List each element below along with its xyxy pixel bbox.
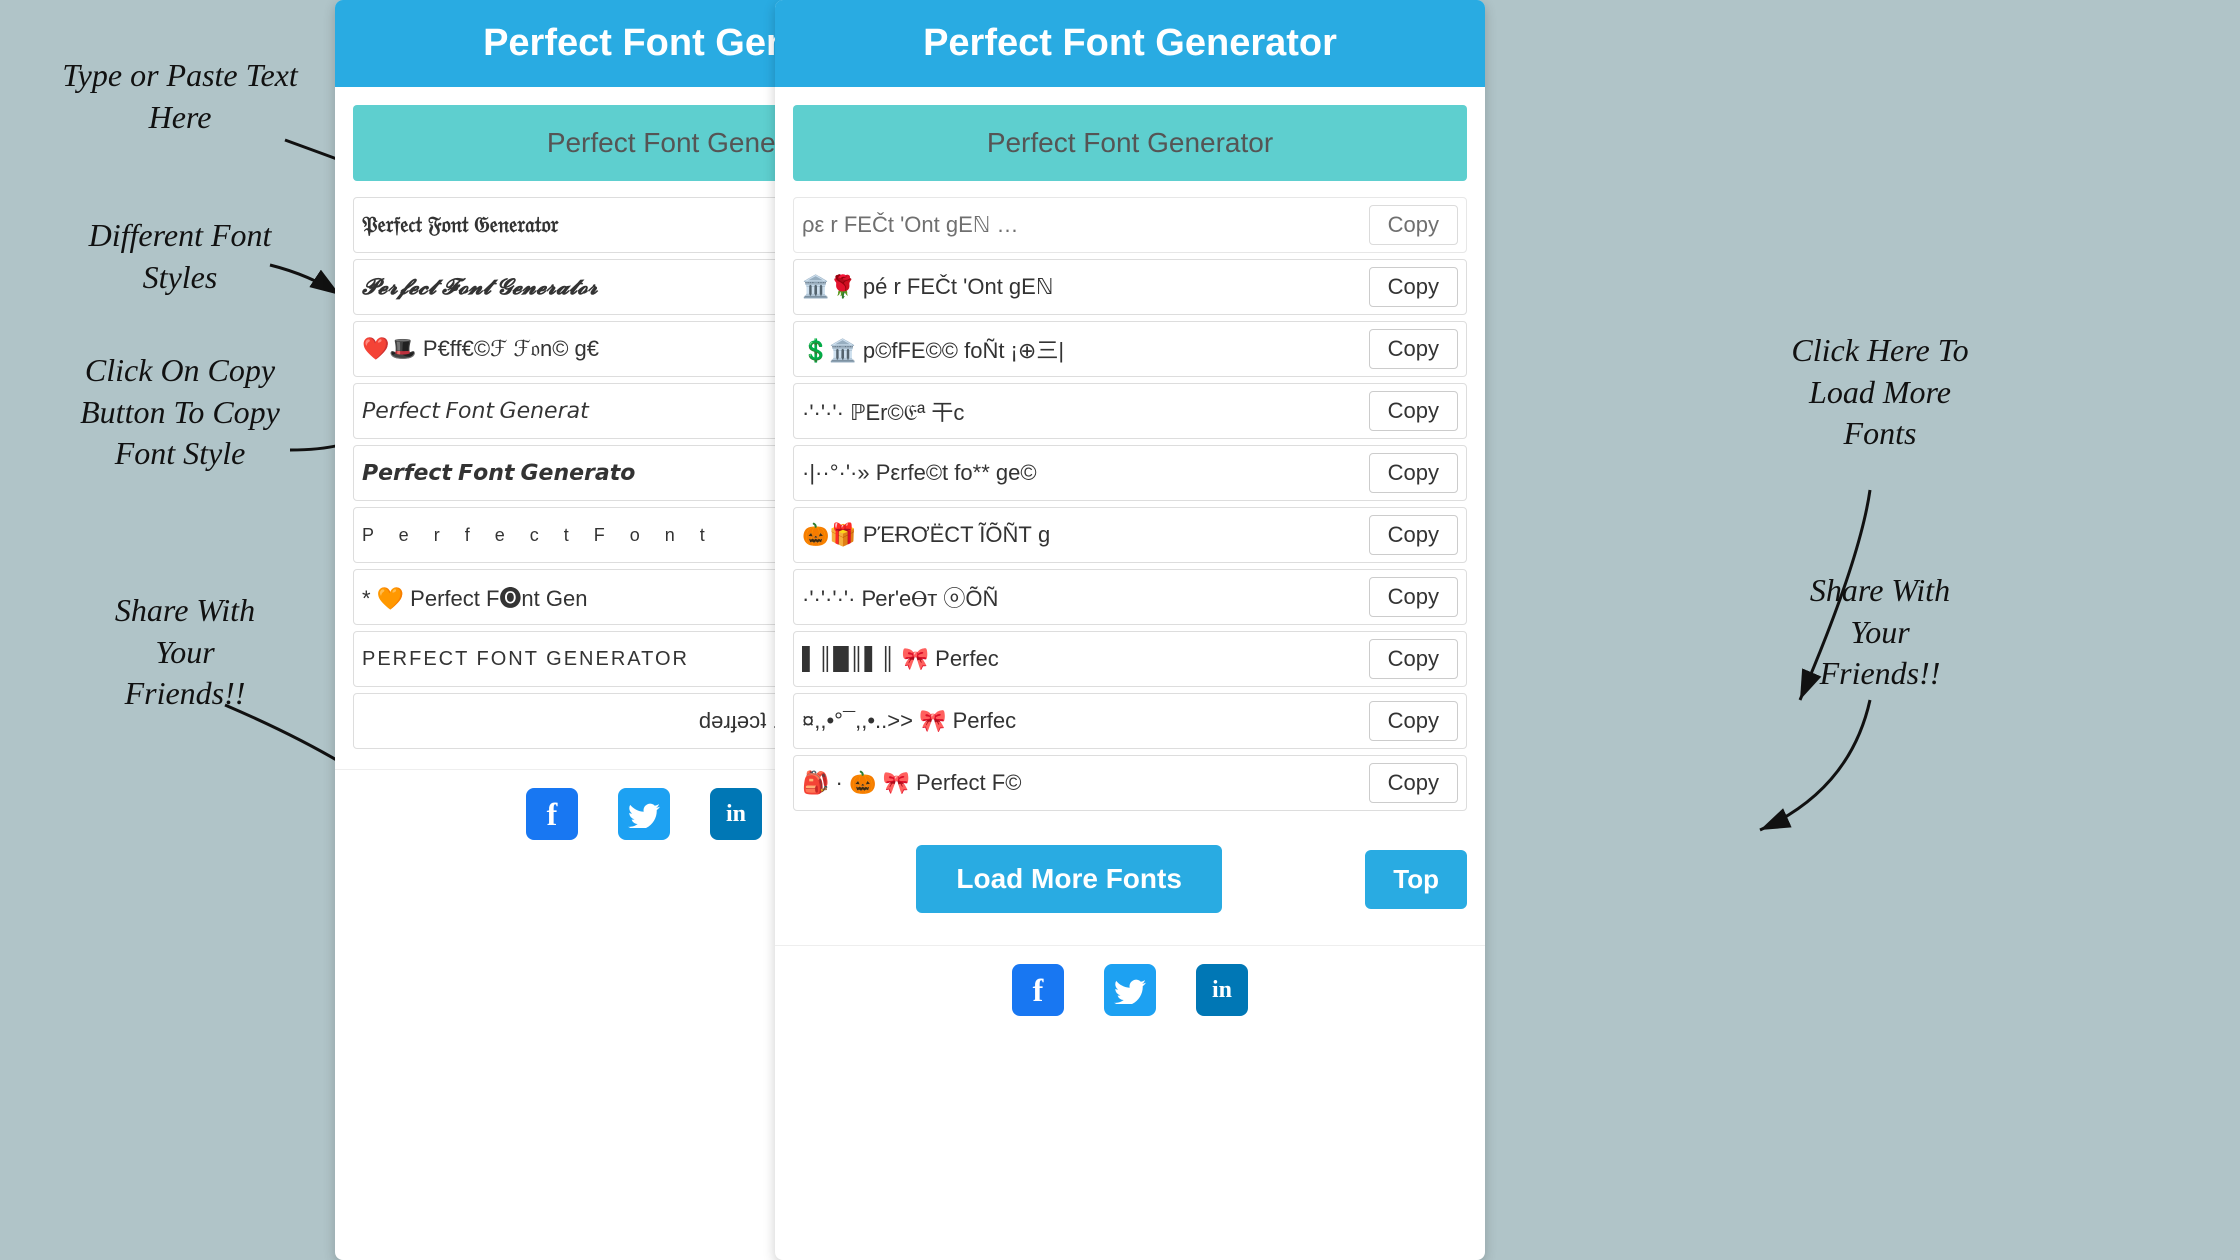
font-row: ·'·'·'·'· Реr'еⲐт ⓞÕÑ Copy bbox=[793, 569, 1467, 625]
font-row: 🎃🎁 ΡΈɌƠЁCT ĨÕÑТ g Copy bbox=[793, 507, 1467, 563]
copy-button[interactable]: Copy bbox=[1369, 205, 1458, 245]
annotation-share-left: Share WithYourFriends!! bbox=[55, 590, 315, 715]
copy-button[interactable]: Copy bbox=[1369, 391, 1458, 431]
font-text: 💲🏛️ p©fFE©© foÑt ¡⊕三| bbox=[802, 333, 1369, 365]
font-row-truncated: ρε r FEČt 'Ont gEℕ … Copy bbox=[793, 197, 1467, 253]
right-social-bar: f in bbox=[775, 945, 1485, 1034]
copy-button[interactable]: Copy bbox=[1369, 267, 1458, 307]
annotation-font-styles: Different FontStyles bbox=[40, 215, 320, 298]
font-text: ▌║█║▌║ 🎀 Perfec bbox=[802, 646, 1369, 672]
copy-button[interactable]: Copy bbox=[1369, 577, 1458, 617]
font-text: 🎃🎁 ΡΈɌƠЁCT ĨÕÑТ g bbox=[802, 522, 1369, 548]
font-row: ·'·'·'· ℙEr©𝔈ª 干c Copy bbox=[793, 383, 1467, 439]
font-row: 💲🏛️ p©fFE©© foÑt ¡⊕三| Copy bbox=[793, 321, 1467, 377]
font-text: ·|··°·'·» Pεrfe©t fo** ge© bbox=[802, 460, 1369, 486]
copy-button[interactable]: Copy bbox=[1369, 329, 1458, 369]
font-text: 🏛️🌹 pé r FEČt 'Ont gEℕ bbox=[802, 274, 1369, 300]
font-text: ·'·'·'· ℙEr©𝔈ª 干c bbox=[802, 395, 1369, 427]
font-row: ¤,,•°¯,,•..>> 🎀 Perfec Copy bbox=[793, 693, 1467, 749]
copy-button[interactable]: Copy bbox=[1369, 701, 1458, 741]
linkedin-icon[interactable]: in bbox=[710, 788, 762, 840]
copy-button[interactable]: Copy bbox=[1369, 453, 1458, 493]
top-button[interactable]: Top bbox=[1365, 850, 1467, 909]
twitter-icon[interactable] bbox=[618, 788, 670, 840]
font-text: ¤,,•°¯,,•..>> 🎀 Perfec bbox=[802, 708, 1369, 734]
font-row: 🏛️🌹 pé r FEČt 'Ont gEℕ Copy bbox=[793, 259, 1467, 315]
font-row: ·|··°·'·» Pεrfe©t fo** ge© Copy bbox=[793, 445, 1467, 501]
linkedin-icon[interactable]: in bbox=[1196, 964, 1248, 1016]
right-text-input[interactable] bbox=[793, 105, 1467, 181]
right-phone-panel: Perfect Font Generator ρε r FEČt 'Ont gE… bbox=[775, 0, 1485, 1260]
facebook-icon[interactable]: f bbox=[1012, 964, 1064, 1016]
font-text: ρε r FEČt 'Ont gEℕ … bbox=[802, 212, 1369, 238]
annotation-load-more: Click Here ToLoad MoreFonts bbox=[1730, 330, 2030, 455]
right-panel-header: Perfect Font Generator bbox=[775, 0, 1485, 87]
font-row: ▌║█║▌║ 🎀 Perfec Copy bbox=[793, 631, 1467, 687]
twitter-icon[interactable] bbox=[1104, 964, 1156, 1016]
copy-button[interactable]: Copy bbox=[1369, 639, 1458, 679]
annotation-copy-button: Click On CopyButton To CopyFont Style bbox=[30, 350, 330, 475]
facebook-icon[interactable]: f bbox=[526, 788, 578, 840]
font-text: ·'·'·'·'· Реr'еⲐт ⓞÕÑ bbox=[802, 581, 1369, 613]
copy-button[interactable]: Copy bbox=[1369, 763, 1458, 803]
font-row: 🎒 · 🎃 🎀 Perfect F© Copy bbox=[793, 755, 1467, 811]
copy-button[interactable]: Copy bbox=[1369, 515, 1458, 555]
font-text: 🎒 · 🎃 🎀 Perfect F© bbox=[802, 770, 1369, 796]
load-more-button[interactable]: Load More Fonts bbox=[916, 845, 1222, 913]
annotation-type-paste: Type or Paste Text Here bbox=[40, 55, 320, 138]
annotation-share-right: Share WithYourFriends!! bbox=[1740, 570, 2020, 695]
